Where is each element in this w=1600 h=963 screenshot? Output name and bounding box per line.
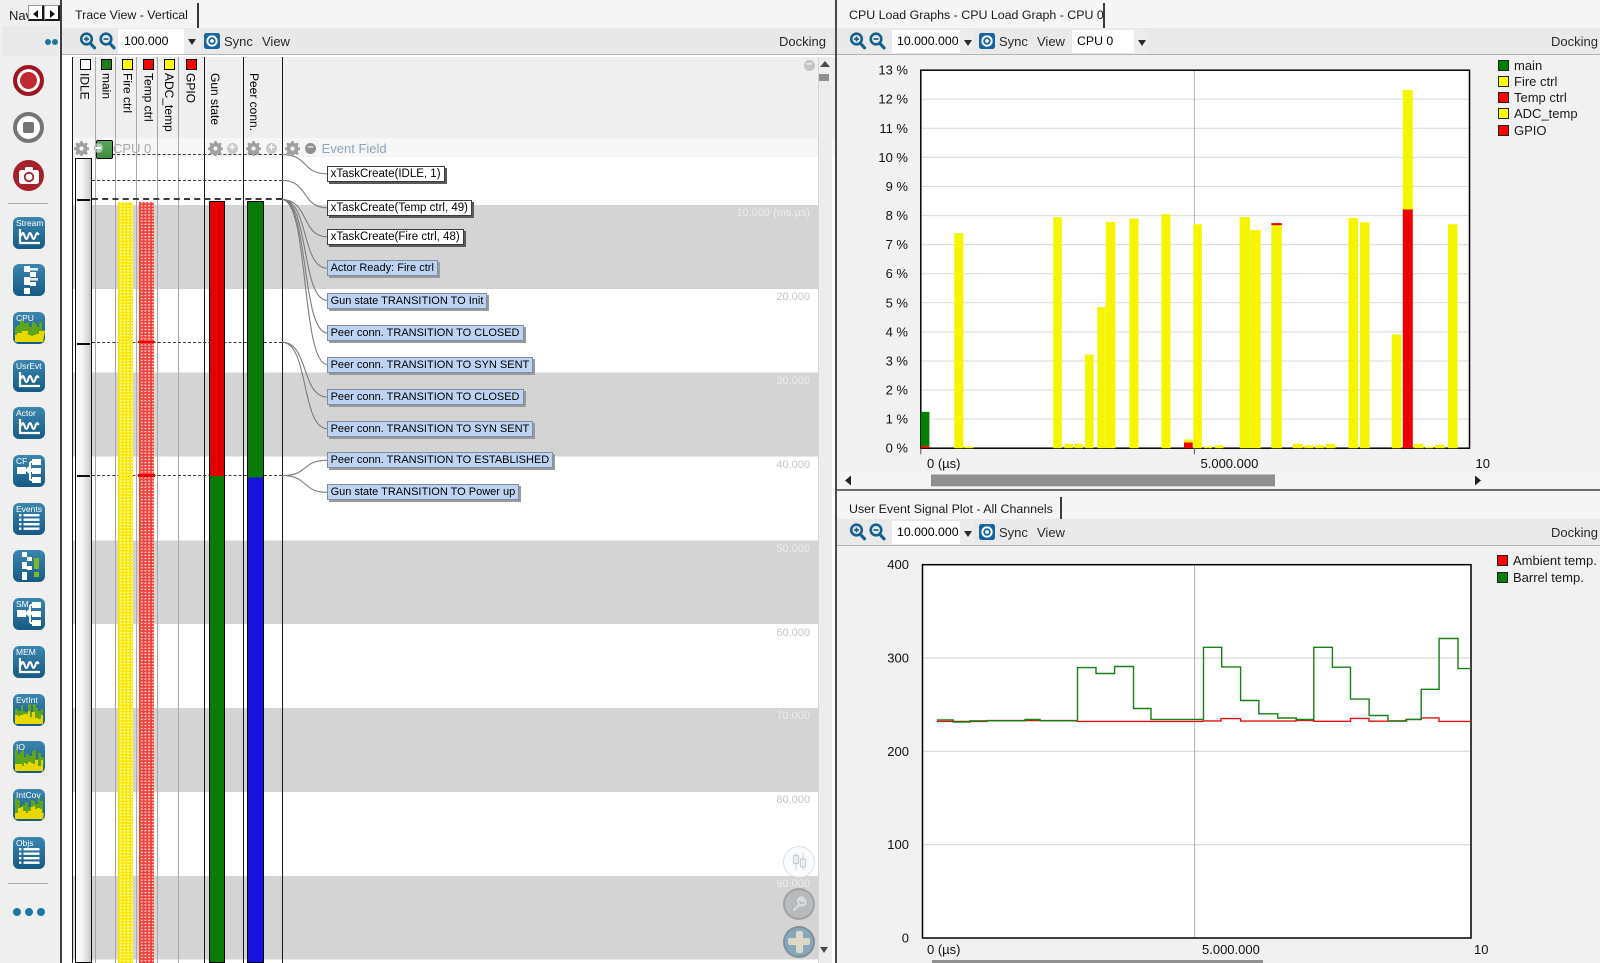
svg-text:Events: Events bbox=[16, 504, 42, 514]
svg-text:1 %: 1 % bbox=[886, 412, 909, 427]
svg-text:0 (µs): 0 (µs) bbox=[927, 456, 961, 471]
svg-text:Objs: Objs bbox=[16, 838, 33, 848]
svg-text:Actor: Actor bbox=[16, 408, 36, 418]
svg-text:10: 10 bbox=[1474, 942, 1488, 957]
svg-text:4 %: 4 % bbox=[886, 324, 909, 339]
svg-text:MEM: MEM bbox=[16, 647, 36, 657]
svg-text:Stream: Stream bbox=[16, 218, 43, 228]
svg-text:IntCov: IntCov bbox=[16, 790, 41, 800]
svg-text:CPU: CPU bbox=[16, 313, 34, 323]
svg-text:0: 0 bbox=[902, 931, 909, 946]
svg-text:7 %: 7 % bbox=[886, 237, 909, 252]
svg-text:11 %: 11 % bbox=[879, 121, 908, 136]
svg-text:6 %: 6 % bbox=[886, 266, 909, 281]
svg-text:10 %: 10 % bbox=[878, 150, 908, 165]
svg-text:UsrEvt: UsrEvt bbox=[16, 361, 42, 371]
svg-text:0 (µs): 0 (µs) bbox=[927, 942, 961, 957]
svg-text:EvtInt: EvtInt bbox=[16, 695, 38, 705]
svg-text:400: 400 bbox=[887, 557, 909, 572]
svg-text:SM: SM bbox=[16, 599, 29, 609]
svg-text:12 %: 12 % bbox=[878, 92, 908, 107]
svg-text:3 %: 3 % bbox=[886, 354, 909, 369]
svg-text:9 %: 9 % bbox=[886, 179, 909, 194]
svg-text:5.000.000: 5.000.000 bbox=[1201, 456, 1259, 471]
svg-text:10: 10 bbox=[1476, 456, 1490, 471]
svg-text:200: 200 bbox=[887, 744, 909, 759]
svg-text:CF: CF bbox=[16, 456, 27, 466]
svg-text:300: 300 bbox=[887, 651, 909, 666]
svg-text:5.000.000: 5.000.000 bbox=[1202, 942, 1260, 957]
svg-text:100: 100 bbox=[887, 837, 909, 852]
svg-text:2 %: 2 % bbox=[886, 383, 909, 398]
svg-text:13 %: 13 % bbox=[878, 63, 908, 78]
svg-text:8 %: 8 % bbox=[886, 208, 909, 223]
svg-text:5 %: 5 % bbox=[886, 295, 909, 310]
svg-text:IO: IO bbox=[16, 742, 25, 752]
svg-text:0 %: 0 % bbox=[886, 441, 909, 456]
